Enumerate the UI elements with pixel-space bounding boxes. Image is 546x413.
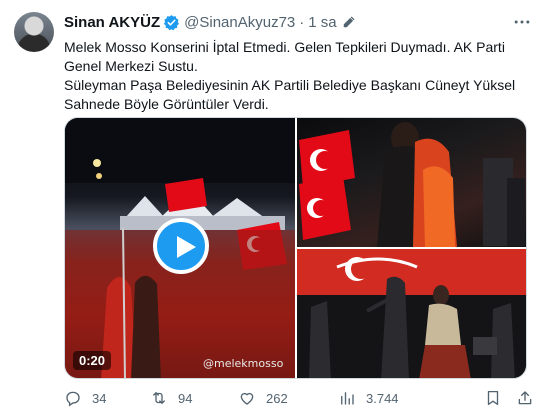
more-icon[interactable] [512, 12, 532, 32]
reply-button[interactable]: 34 [64, 388, 106, 408]
video-watermark: @melekmosso [203, 357, 284, 370]
tweet-text-line: Süleyman Paşa Belediyesinin AK Partili B… [64, 77, 516, 112]
stage-dance-image [297, 249, 526, 378]
video-duration: 0:20 [73, 351, 112, 370]
retweet-icon [153, 392, 165, 404]
author-name[interactable]: Sinan AKYÜZ [64, 14, 160, 31]
author-handle[interactable]: @SinanAkyuz73 [184, 14, 295, 31]
video-thumbnail[interactable]: 0:20 @melekmosso [65, 118, 295, 378]
tweet-text: Melek Mosso Konserini İptal Etmedi. Gele… [64, 38, 524, 114]
action-bar: 34 94 262 3.744 [64, 388, 534, 408]
tweet-header: Sinan AKYÜZ @SinanAkyuz73 · 1 sa [64, 12, 356, 32]
reply-icon [66, 391, 80, 407]
stage-embrace-image [299, 122, 525, 247]
timestamp[interactable]: 1 sa [308, 14, 336, 31]
bookmark-button[interactable] [484, 388, 502, 408]
separator-dot: · [299, 13, 305, 31]
views-count: 3.744 [366, 390, 399, 406]
retweet-count: 94 [178, 390, 193, 406]
like-count: 262 [266, 390, 288, 406]
like-button[interactable]: 262 [238, 388, 288, 408]
views-button[interactable]: 3.744 [338, 388, 399, 408]
media-image-3[interactable] [297, 249, 526, 378]
bookmark-icon [487, 390, 499, 406]
like-icon [240, 392, 254, 405]
edit-icon[interactable] [342, 15, 356, 29]
share-button[interactable] [516, 388, 534, 408]
share-icon [518, 391, 532, 405]
play-icon[interactable] [153, 218, 209, 274]
reply-count: 34 [92, 390, 107, 406]
avatar[interactable] [14, 12, 54, 52]
retweet-button[interactable]: 94 [150, 388, 192, 408]
tweet-text-line: Melek Mosso Konserini İptal Etmedi. Gele… [64, 39, 505, 74]
media-grid: 0:20 @melekmosso [64, 117, 527, 379]
media-image-2[interactable] [297, 118, 526, 247]
verified-badge-icon [164, 14, 180, 30]
views-icon [341, 392, 354, 405]
